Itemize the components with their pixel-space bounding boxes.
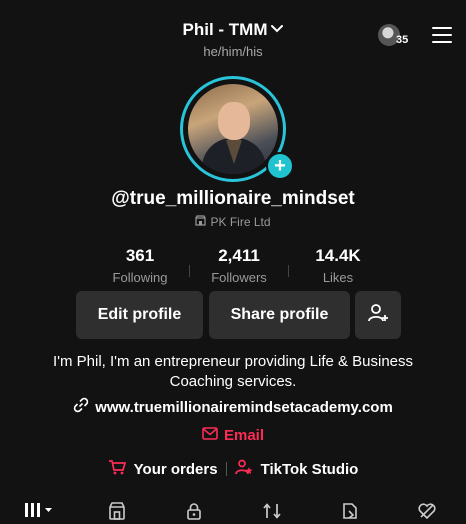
website-link[interactable]: www.truemillionairemindsetacademy.com	[0, 397, 466, 417]
account-avatar-button[interactable]: 35	[378, 24, 408, 46]
stat-followers[interactable]: 2,411 Followers	[194, 246, 284, 285]
stat-divider	[189, 265, 190, 277]
share-profile-button[interactable]: Share profile	[209, 291, 350, 339]
bio-line: Coaching services.	[169, 373, 297, 390]
favorites-icon	[341, 502, 359, 520]
following-label: Following	[112, 270, 168, 285]
grid-icon	[23, 502, 55, 518]
your-orders-link[interactable]: Your orders	[134, 461, 218, 478]
stat-likes[interactable]: 14.4K Likes	[293, 246, 383, 285]
chevron-down-icon[interactable]	[271, 21, 284, 39]
tiktok-studio-link[interactable]: TikTok Studio	[261, 461, 359, 478]
mail-icon	[202, 427, 218, 444]
company-label: PK Fire Ltd	[0, 215, 466, 229]
cart-icon[interactable]	[108, 459, 126, 479]
link-icon	[73, 397, 89, 417]
divider	[225, 462, 227, 476]
notification-count: 35	[396, 34, 409, 46]
store-icon	[195, 215, 207, 229]
bio: I'm Phil, I'm an entrepreneur providing …	[0, 352, 466, 392]
likes-label: Likes	[322, 270, 354, 285]
stat-divider	[288, 265, 289, 277]
tab-liked[interactable]	[388, 496, 466, 524]
likes-count: 14.4K	[315, 246, 361, 265]
followers-count: 2,411	[218, 246, 260, 265]
menu-icon[interactable]	[432, 27, 452, 43]
tab-favorites[interactable]	[311, 496, 389, 524]
following-count: 361	[125, 246, 155, 265]
edit-profile-button[interactable]: Edit profile	[76, 291, 203, 339]
studio-icon[interactable]	[234, 459, 253, 479]
pronouns: he/him/his	[203, 44, 263, 59]
tab-videos[interactable]	[0, 496, 78, 524]
followers-label: Followers	[211, 270, 267, 285]
tab-private[interactable]	[155, 496, 233, 524]
lock-icon	[185, 502, 203, 520]
extras-row: Your orders TikTok Studio	[0, 459, 466, 479]
add-friends-button[interactable]	[355, 291, 401, 339]
company-name: PK Fire Ltd	[210, 215, 271, 229]
shop-icon	[108, 502, 126, 520]
tab-reposts[interactable]	[233, 496, 311, 524]
profile-title[interactable]: Phil - TMM	[183, 20, 268, 40]
tab-shop[interactable]	[78, 496, 156, 524]
liked-icon	[417, 502, 437, 520]
add-user-icon	[367, 302, 389, 329]
avatar-photo	[188, 84, 278, 174]
email-button[interactable]: Email	[0, 427, 466, 444]
email-label: Email	[223, 427, 265, 444]
stat-following[interactable]: 361 Following	[95, 246, 185, 285]
add-story-icon[interactable]: +	[266, 152, 294, 180]
website-url[interactable]: www.truemillionairemindsetacademy.com	[95, 399, 393, 416]
bio-line: I'm Phil, I'm an entrepreneur providing …	[52, 353, 414, 370]
profile-tabs	[0, 496, 466, 524]
repost-icon	[262, 502, 282, 520]
username: @true_millionaire_mindset	[111, 188, 355, 209]
